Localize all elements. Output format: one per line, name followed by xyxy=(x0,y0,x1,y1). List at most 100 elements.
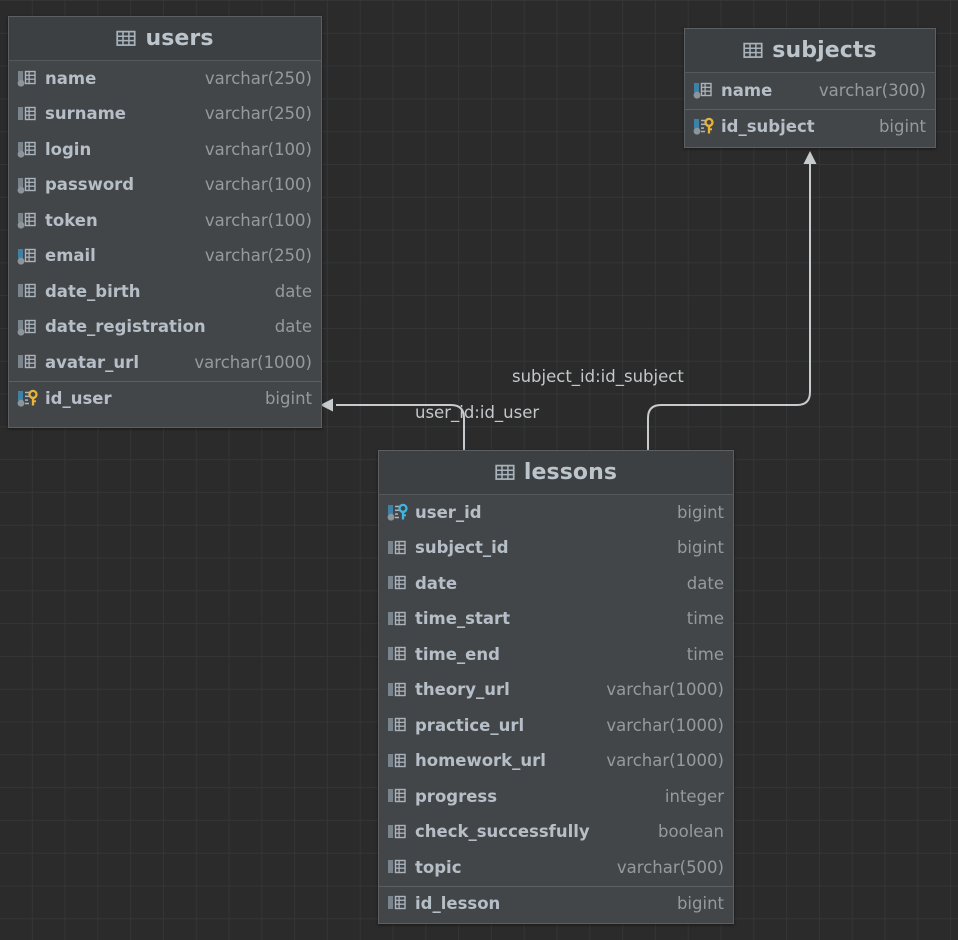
column-type: varchar(1000) xyxy=(606,751,724,770)
table-header-subjects[interactable]: subjects xyxy=(685,29,935,73)
column-name: token xyxy=(45,210,98,230)
column-type: time xyxy=(686,609,724,628)
column-type: date xyxy=(274,317,312,336)
table-row[interactable]: time_start time xyxy=(379,602,733,638)
table-header-users[interactable]: users xyxy=(9,17,321,61)
table-row[interactable]: theory_url varchar(1000) xyxy=(379,673,733,709)
table-row[interactable]: subject_id bigint xyxy=(379,531,733,567)
column-type: date xyxy=(686,573,724,593)
table-row[interactable]: progress integer xyxy=(379,779,733,815)
table-row[interactable]: login varchar(100) xyxy=(9,132,321,168)
column-name: date_registration xyxy=(45,317,206,336)
column-type: varchar(250) xyxy=(204,104,312,123)
table-row[interactable]: time_end time xyxy=(379,637,733,673)
table-icon xyxy=(116,30,136,47)
column-type: bigint xyxy=(264,388,312,408)
table-lessons[interactable]: lessons user_id bigint subject_id bigint date… xyxy=(378,450,734,924)
column-type: boolean xyxy=(658,822,724,841)
column-icon xyxy=(17,69,38,88)
table-row[interactable]: practice_url varchar(1000) xyxy=(379,708,733,744)
column-name: user_id xyxy=(415,502,482,522)
column-name: subject_id xyxy=(415,538,509,557)
table-title: subjects xyxy=(772,37,877,63)
primary-key-icon xyxy=(17,389,38,408)
column-icon xyxy=(387,787,408,806)
column-name: theory_url xyxy=(415,680,510,699)
primary-key-icon xyxy=(693,117,714,136)
column-type: varchar(100) xyxy=(204,210,312,230)
column-icon xyxy=(387,574,408,593)
table-row[interactable]: id_subject bigint xyxy=(685,108,935,145)
table-row[interactable]: name varchar(300) xyxy=(685,73,935,109)
table-row[interactable]: email varchar(250) xyxy=(9,239,321,275)
column-icon xyxy=(387,539,408,558)
table-header-lessons[interactable]: lessons xyxy=(379,451,733,495)
table-row[interactable]: user_id bigint xyxy=(379,495,733,531)
foreign-key-icon xyxy=(387,503,408,522)
column-type: varchar(300) xyxy=(818,80,926,100)
table-row[interactable]: id_user bigint xyxy=(9,380,321,417)
column-name: check_successfully xyxy=(415,822,590,841)
column-type: time xyxy=(686,644,724,664)
table-row[interactable]: token varchar(100) xyxy=(9,203,321,239)
column-name: topic xyxy=(415,857,462,877)
column-name: id_user xyxy=(45,388,112,408)
table-row[interactable]: date_registration date xyxy=(9,310,321,346)
table-row[interactable]: date date xyxy=(379,566,733,602)
column-name: name xyxy=(721,80,773,100)
column-icon xyxy=(387,610,408,629)
table-title: users xyxy=(145,25,214,51)
table-row[interactable]: check_successfully boolean xyxy=(379,815,733,851)
table-icon xyxy=(743,42,763,59)
column-name: id_lesson xyxy=(415,893,501,913)
table-row[interactable]: surname varchar(250) xyxy=(9,97,321,133)
column-type: bigint xyxy=(878,116,926,136)
column-icon xyxy=(17,211,38,230)
table-row[interactable]: topic varchar(500) xyxy=(379,850,733,886)
column-type: bigint xyxy=(676,538,724,557)
column-name: date_birth xyxy=(45,281,141,301)
table-columns-subjects: name varchar(300) id_subject bigint xyxy=(685,73,935,144)
column-name: practice_url xyxy=(415,715,525,735)
column-name: homework_url xyxy=(415,751,546,770)
column-type: varchar(250) xyxy=(204,68,312,88)
column-name: date xyxy=(415,573,458,593)
column-indexed-icon xyxy=(693,81,714,100)
table-row[interactable]: name varchar(250) xyxy=(9,61,321,97)
column-icon xyxy=(387,752,408,771)
column-icon xyxy=(17,282,38,301)
table-row[interactable]: date_birth date xyxy=(9,274,321,310)
table-row[interactable]: id_lesson bigint xyxy=(379,885,733,922)
column-name: time_end xyxy=(415,644,500,664)
table-row[interactable]: password varchar(100) xyxy=(9,168,321,204)
table-row[interactable]: homework_url varchar(1000) xyxy=(379,744,733,780)
column-type: varchar(500) xyxy=(616,857,724,877)
column-icon xyxy=(387,645,408,664)
column-icon xyxy=(387,858,408,877)
column-name: name xyxy=(45,68,97,88)
table-users[interactable]: users name varchar(250) surname varchar(250)… xyxy=(8,16,322,428)
table-subjects[interactable]: subjects name varchar(300) id_subject bigint xyxy=(684,28,936,148)
table-columns-lessons: user_id bigint subject_id bigint date date tim… xyxy=(379,495,733,921)
column-type: varchar(250) xyxy=(204,246,312,265)
column-icon xyxy=(17,140,38,159)
column-type: integer xyxy=(664,786,724,806)
column-name: avatar_url xyxy=(45,352,139,372)
table-title: lessons xyxy=(523,459,618,485)
column-type: bigint xyxy=(676,502,724,522)
column-icon xyxy=(387,681,408,700)
relationship-label-subject-id: subject_id:id_subject xyxy=(512,367,684,386)
table-row[interactable]: avatar_url varchar(1000) xyxy=(9,345,321,381)
column-type: varchar(1000) xyxy=(606,715,724,735)
column-icon xyxy=(387,894,408,913)
column-indexed-icon xyxy=(17,247,38,266)
column-type: date xyxy=(274,281,312,301)
column-icon xyxy=(387,823,408,842)
column-name: password xyxy=(45,175,135,194)
column-type: bigint xyxy=(676,893,724,913)
column-type: varchar(1000) xyxy=(194,352,312,372)
table-icon xyxy=(495,464,515,481)
table-columns-users: name varchar(250) surname varchar(250) login… xyxy=(9,61,321,416)
column-type: varchar(1000) xyxy=(606,680,724,699)
column-name: email xyxy=(45,246,96,265)
